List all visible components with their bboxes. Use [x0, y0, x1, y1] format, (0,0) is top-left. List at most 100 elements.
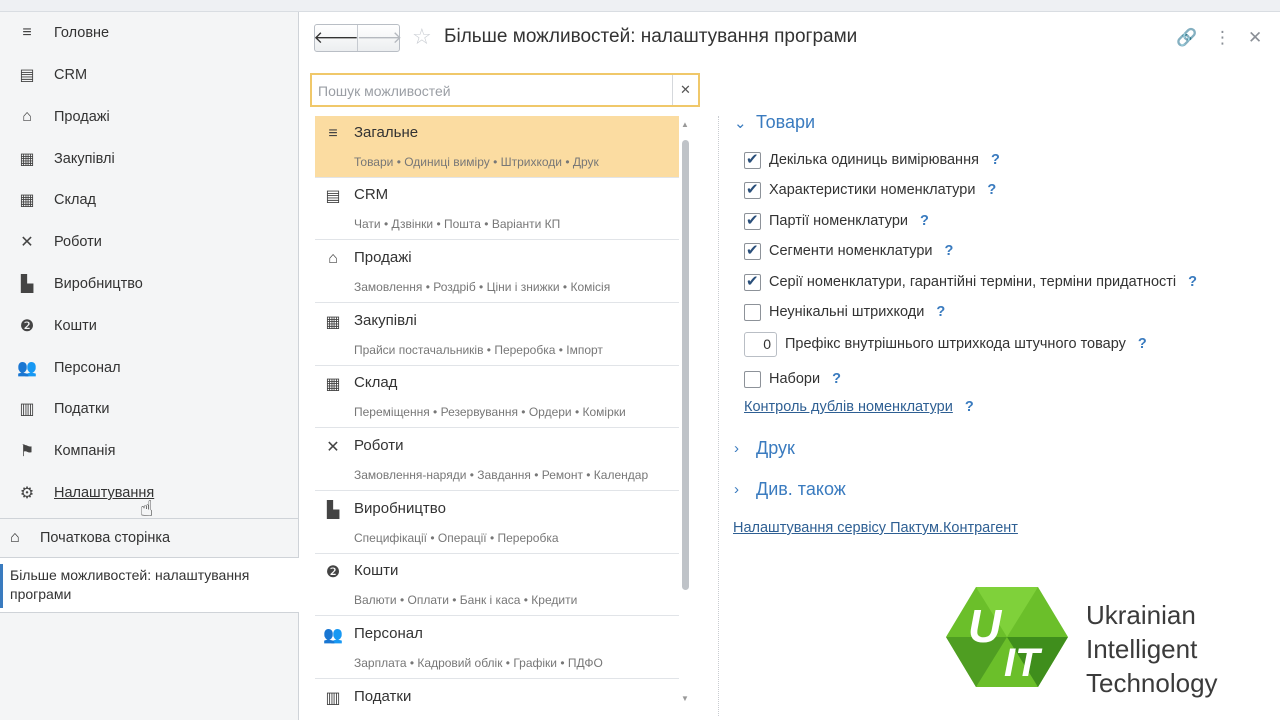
section-subtitle: Товари • Одиниці виміру • Штрихкоди • Др… — [354, 155, 599, 169]
section-list-scrollbar[interactable]: ▲ ▼ — [681, 120, 690, 703]
group-see-also-header[interactable]: › Див. також — [734, 479, 846, 500]
help-icon[interactable]: ? — [920, 213, 929, 229]
section-works[interactable]: ✕ Роботи Замовлення-наряди • Завдання • … — [315, 429, 679, 491]
more-icon[interactable]: ⋮ — [1214, 28, 1231, 48]
group-print-label: Друк — [756, 438, 795, 458]
section-warehouse[interactable]: ▦ Склад Переміщення • Резервування • Орд… — [315, 366, 679, 428]
checkbox[interactable] — [744, 303, 761, 321]
section-subtitle: Чати • Дзвінки • Пошта • Варіанти КП — [354, 217, 561, 231]
service-settings-link[interactable]: Налаштування сервісу Пактум.Контрагент — [733, 520, 1018, 536]
option-non-unique-barcodes[interactable]: Неунікальні штрихкоди ? — [744, 301, 945, 323]
section-production[interactable]: ▙ Виробництво Специфікації • Операції • … — [315, 492, 679, 554]
section-crm[interactable]: ▤ CRM Чати • Дзвінки • Пошта • Варіанти … — [315, 178, 679, 240]
option-label: Характеристики номенклатури — [769, 182, 976, 198]
factory-icon: ▙ — [20, 276, 34, 293]
scroll-down-icon[interactable]: ▼ — [681, 694, 689, 703]
warehouse-icon: ▦ — [325, 376, 341, 393]
help-icon[interactable]: ? — [987, 182, 996, 198]
section-purchases[interactable]: ▦ Закупівлі Прайси постачальників • Пере… — [315, 304, 679, 366]
help-icon[interactable]: ? — [945, 243, 954, 259]
help-icon[interactable]: ? — [1188, 274, 1197, 290]
page-title: Більше можливостей: налаштування програм… — [444, 26, 858, 47]
open-window-tab[interactable]: Більше можливостей: налаштування програм… — [0, 557, 299, 613]
group-goods-label: Товари — [756, 112, 816, 132]
dup-control-link[interactable]: Контроль дублів номенклатури — [744, 399, 953, 415]
section-money[interactable]: ❷ Кошти Валюти • Оплати • Банк і каса • … — [315, 554, 679, 616]
link-icon[interactable]: 🔗 — [1176, 28, 1197, 48]
uit-logo-icon: U IT — [946, 587, 1068, 687]
section-general[interactable]: ≡ Загальне Товари • Одиниці виміру • Штр… — [315, 116, 679, 178]
sidebar-item-personnel[interactable]: 👥 Персонал — [0, 348, 299, 388]
open-window-label: Більше можливостей: налаштування програм… — [10, 567, 250, 602]
search-box: ✕ — [310, 73, 700, 107]
checkbox[interactable] — [744, 211, 761, 230]
option-item-segments[interactable]: Сегменти номенклатури ? — [744, 240, 953, 262]
close-icon[interactable]: ✕ — [1248, 28, 1262, 48]
clear-search-button[interactable]: ✕ — [672, 75, 698, 105]
help-icon[interactable]: ? — [965, 399, 974, 415]
scrollbar-thumb[interactable] — [682, 140, 689, 590]
section-subtitle: Специфікації • Операції • Переробка — [354, 531, 559, 545]
section-name: Закупівлі — [354, 312, 417, 329]
scroll-up-icon[interactable]: ▲ — [681, 120, 689, 129]
section-subtitle: Валюти • Оплати • Банк і каса • Кредити — [354, 593, 578, 607]
section-personnel[interactable]: 👥 Персонал Зарплата • Кадровий облік • Г… — [315, 617, 679, 679]
sidebar-item-purchases[interactable]: ▦ Закупівлі — [0, 139, 299, 179]
logo-line-3: Technology — [1086, 668, 1218, 698]
sidebar-item-works[interactable]: ✕ Роботи — [0, 222, 299, 262]
forward-button[interactable]: 🡒 — [357, 25, 403, 51]
sidebar-item-money[interactable]: ❷ Кошти — [0, 306, 299, 346]
section-taxes[interactable]: ▥ Податки — [315, 680, 679, 716]
chevron-right-icon: › — [734, 481, 739, 498]
section-subtitle: Прайси постачальників • Переробка • Імпо… — [354, 343, 603, 357]
sidebar: ≡ Головне ▤ CRM ⌂ Продажі ▦ Закупівлі ▦ … — [0, 12, 299, 720]
home-page-link[interactable]: ⌂ Початкова сторінка — [0, 519, 299, 557]
help-icon[interactable]: ? — [991, 152, 1000, 168]
checkbox[interactable] — [744, 272, 761, 291]
barcode-prefix-input[interactable]: 0 — [744, 331, 777, 357]
section-subtitle: Переміщення • Резервування • Ордери • Ко… — [354, 405, 626, 419]
section-name: CRM — [354, 186, 389, 203]
section-name: Податки — [354, 688, 412, 705]
search-input[interactable] — [318, 81, 668, 101]
uit-logo: U IT Ukrainian Intelligent Technology — [946, 584, 1276, 698]
checkbox[interactable] — [744, 150, 761, 169]
group-print-header[interactable]: › Друк — [734, 438, 795, 459]
tools-icon: ✕ — [326, 439, 340, 456]
section-name: Виробництво — [354, 500, 446, 517]
option-sets[interactable]: Набори ? — [744, 368, 841, 390]
calculator-icon: ▥ — [19, 401, 35, 418]
checkbox[interactable] — [744, 180, 761, 199]
sidebar-item-taxes[interactable]: ▥ Податки — [0, 389, 299, 429]
sidebar-item-main[interactable]: ≡ Головне — [0, 13, 299, 53]
checkbox[interactable] — [744, 370, 761, 388]
uit-logo-text: Ukrainian Intelligent Technology — [1086, 598, 1218, 700]
sidebar-item-warehouse[interactable]: ▦ Склад — [0, 180, 299, 220]
svg-text:U: U — [968, 600, 1003, 652]
option-item-characteristics[interactable]: Характеристики номенклатури ? — [744, 179, 996, 201]
group-see-also-label: Див. також — [756, 479, 846, 499]
sidebar-item-production[interactable]: ▙ Виробництво — [0, 264, 299, 304]
help-icon[interactable]: ? — [936, 304, 945, 320]
favorite-star-icon[interactable]: ☆ — [412, 24, 432, 50]
group-goods-header[interactable]: ⌄ Товари — [734, 112, 815, 133]
sidebar-item-company[interactable]: ⚑ Компанія — [0, 431, 299, 471]
dup-control-row: Контроль дублів номенклатури ? — [744, 399, 974, 415]
flag-icon: ⚑ — [19, 443, 35, 460]
section-list: ≡ Загальне Товари • Одиниці виміру • Штр… — [315, 116, 679, 716]
factory-icon: ▙ — [326, 502, 340, 519]
sidebar-item-sales[interactable]: ⌂ Продажі — [0, 97, 299, 137]
sidebar-item-label: Роботи — [54, 234, 102, 250]
sidebar-item-crm[interactable]: ▤ CRM — [0, 55, 299, 95]
logo-line-2: Intelligent — [1086, 634, 1198, 664]
back-button[interactable]: 🡐 — [313, 25, 359, 51]
help-icon[interactable]: ? — [832, 371, 841, 387]
option-item-series[interactable]: Серії номенклатури, гарантійні терміни, … — [744, 271, 1197, 293]
sidebar-item-label: CRM — [54, 67, 88, 83]
help-icon[interactable]: ? — [1138, 336, 1147, 352]
people-icon: 👥 — [17, 360, 37, 377]
section-sales[interactable]: ⌂ Продажі Замовлення • Роздріб • Ціни і … — [315, 241, 679, 303]
checkbox[interactable] — [744, 241, 761, 260]
option-multiple-units[interactable]: Декілька одиниць вимірювання ? — [744, 149, 1000, 171]
option-item-batches[interactable]: Партії номенклатури ? — [744, 210, 929, 232]
